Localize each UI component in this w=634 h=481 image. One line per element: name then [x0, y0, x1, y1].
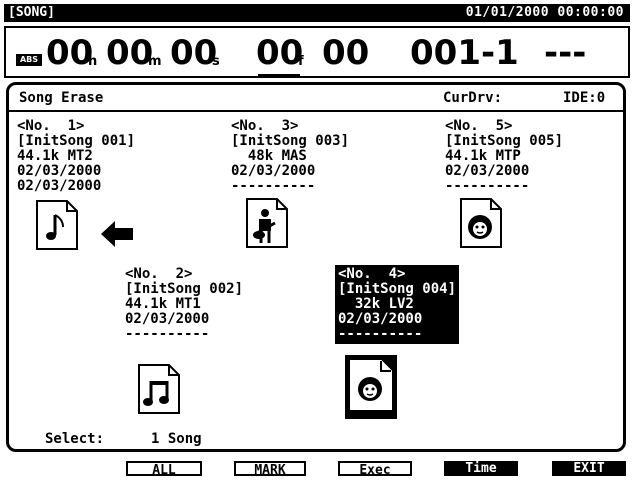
song-entry-2[interactable]: <No. 2> [InitSong 002] 44.1k MT1 02/03/2…	[125, 267, 243, 342]
song-date-created: 02/03/2000	[125, 311, 210, 327]
select-label: Select:	[45, 431, 105, 447]
time-button[interactable]: Time	[444, 461, 518, 476]
exec-button[interactable]: Exec	[338, 461, 412, 478]
frames-underline	[258, 74, 300, 77]
song-erase-panel: Song Erase CurDrv: IDE:0 <No. 1> [InitSo…	[6, 82, 626, 452]
song-entry-3[interactable]: <No. 3> [InitSong 003] 48k MAS 02/03/200…	[231, 119, 349, 194]
song-date-created: 02/03/2000	[445, 163, 530, 179]
song-date-modified: ----------	[125, 326, 210, 342]
song-number: <No. 3>	[231, 118, 299, 134]
song-format: 32k LV2	[338, 296, 414, 312]
song-number: <No. 2>	[125, 266, 193, 282]
counter-subframes: 00	[322, 33, 370, 73]
song-name: [InitSong 001]	[17, 133, 136, 149]
select-count: 1 Song	[151, 431, 202, 447]
title-divider	[9, 110, 623, 112]
all-button[interactable]: ALL	[126, 461, 202, 478]
song-date-created: 02/03/2000	[338, 311, 423, 327]
counter-seconds-unit: s	[212, 54, 220, 69]
song-entry-1[interactable]: <No. 1> [InitSong 001] 44.1k MT2 02/03/2…	[17, 119, 135, 194]
song-format: 48k MAS	[231, 148, 307, 164]
counter-minutes-unit: m	[148, 54, 162, 69]
song-date-modified: ----------	[338, 326, 423, 342]
song-date-modified: ----------	[445, 178, 530, 194]
song-format: 44.1k MTP	[445, 148, 521, 164]
current-drive-label: CurDrv:	[443, 90, 503, 106]
counter-hours: 00	[46, 33, 94, 73]
song-name: [InitSong 002]	[125, 281, 244, 297]
song-name: [InitSong 003]	[231, 133, 350, 149]
page-title: Song Erase	[19, 90, 104, 106]
face-icon[interactable]	[345, 355, 397, 419]
date-time: 01/01/2000 00:00:00	[465, 5, 624, 20]
selection-arrow-icon	[101, 221, 133, 251]
song-format: 44.1k MT1	[125, 296, 201, 312]
counter-seconds: 00	[170, 33, 218, 73]
counter-minutes: 00	[106, 33, 154, 73]
song-date-modified: 02/03/2000	[17, 178, 102, 194]
double-note-icon[interactable]	[137, 363, 181, 419]
song-number: <No. 1>	[17, 118, 85, 134]
song-date-created: 02/03/2000	[17, 163, 102, 179]
song-number: <No. 5>	[445, 118, 513, 134]
counter-hours-unit: h	[88, 54, 98, 69]
song-entry-5[interactable]: <No. 5> [InitSong 005] 44.1k MTP 02/03/2…	[445, 119, 563, 194]
exit-button[interactable]: EXIT	[552, 461, 626, 476]
song-name: [InitSong 005]	[445, 133, 564, 149]
note-icon[interactable]	[35, 199, 79, 255]
mode-label: [SONG]	[8, 5, 55, 20]
counter-marker: ---	[544, 33, 587, 73]
current-drive-value: IDE:0	[563, 90, 606, 106]
face-icon[interactable]	[459, 197, 503, 253]
song-name: [InitSong 004]	[338, 281, 457, 297]
counter-frames: 00	[256, 33, 304, 73]
abs-badge: ABS	[16, 54, 42, 66]
song-date-modified: ----------	[231, 178, 316, 194]
song-format: 44.1k MT2	[17, 148, 93, 164]
song-date-created: 02/03/2000	[231, 163, 316, 179]
song-number: <No. 4>	[338, 266, 406, 282]
mark-button[interactable]: MARK	[234, 461, 306, 478]
title-bar: [SONG] 01/01/2000 00:00:00	[4, 4, 630, 22]
counter-measure: 001-1	[410, 33, 519, 73]
guitarist-icon[interactable]	[245, 197, 289, 253]
counter-frames-unit: f	[298, 54, 304, 69]
song-entry-4-selected[interactable]: <No. 4> [InitSong 004] 32k LV2 02/03/200…	[335, 265, 460, 344]
time-counter: ABS 00 h 00 m 00 s 00 f 00 001-1 ---	[4, 26, 630, 78]
